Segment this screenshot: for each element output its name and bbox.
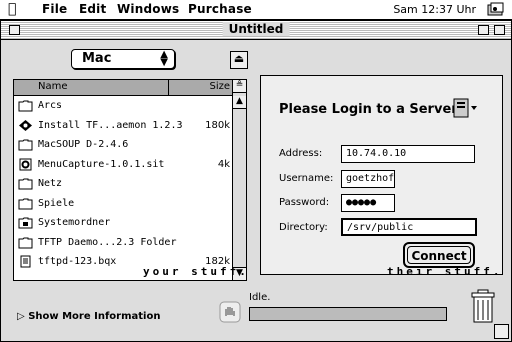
file-row[interactable]: Install TF...aemon 1.2.3 180k [14,116,234,136]
address-field[interactable]: 10.74.0.10 [341,145,475,163]
file-row[interactable]: MenuCapture-1.0.1.sit 4k [14,155,234,175]
local-file-list[interactable]: Name Size Arcs Install TF...aemon 1.2.3 18… [13,79,247,281]
menu-bar:  File Edit Windows Purchase Sam 12:37 U… [0,0,512,20]
connect-button-label: Connect [407,246,471,264]
sort-direction-icon[interactable]: ≜ [233,80,246,93]
password-label: Password: [279,197,330,208]
document-icon [18,255,33,268]
stop-hand-icon[interactable] [219,301,241,323]
status-text: Idle. [249,292,271,303]
column-size[interactable]: Size [209,81,230,92]
system-folder-icon [18,216,33,229]
username-label: Username: [279,173,334,184]
menu-file[interactable]: File [42,2,67,16]
file-list-scrollbar[interactable]: ≜ ▲ ▼ [232,80,246,280]
server-favorites-icon[interactable] [453,98,479,118]
folder-icon [18,177,33,190]
menu-edit[interactable]: Edit [79,2,106,16]
file-row[interactable]: MacSOUP D-2.4.6 [14,135,234,155]
directory-label: Directory: [279,222,328,233]
login-heading: Please Login to a Server [279,102,458,117]
scroll-up-arrow-icon[interactable]: ▲ [233,96,246,109]
file-name: MacSOUP D-2.4.6 [38,139,129,150]
collapse-box-icon[interactable] [494,25,505,35]
folder-icon [18,138,33,151]
folder-icon [18,99,33,112]
file-row[interactable]: Spiele [14,194,234,214]
file-size: 4k [217,158,230,170]
menubar-clock[interactable]: Sam 12:37 Uhr [393,3,476,16]
file-list-header: Name Size [14,80,234,96]
column-divider [168,80,169,96]
show-more-toggle[interactable]: ▷ Show More Information [17,311,160,322]
server-login-panel: Please Login to a Server Address: 10.74.… [260,75,503,275]
transfer-progress-bar [249,307,447,321]
trash-icon[interactable] [471,289,495,323]
file-name: MenuCapture-1.0.1.sit [38,158,165,170]
window-titlebar[interactable]: Untitled [1,21,511,40]
application-menu-icon[interactable] [486,2,506,18]
disclosure-triangle-icon[interactable]: ▷ [17,311,25,322]
close-box-icon[interactable] [9,25,20,35]
main-window: Untitled Mac ▲ ▼ ⏏ Name Size Arcs Install … [0,20,512,342]
directory-field[interactable]: /srv/public [341,218,477,236]
location-popup[interactable]: Mac ▲ ▼ [71,49,175,69]
folder-icon [18,197,33,210]
file-name: Install TF...aemon 1.2.3 [38,119,183,131]
menu-windows[interactable]: Windows [117,2,179,16]
file-row[interactable]: TFTP Daemo...2.3 Folder [14,233,234,253]
file-rows: Arcs Install TF...aemon 1.2.3 180k MacSOUP … [14,96,234,272]
file-row[interactable]: Systemordner [14,213,234,233]
location-popup-value: Mac [82,51,112,66]
file-size: 180k [205,119,230,131]
window-title: Untitled [222,22,290,36]
address-label: Address: [279,148,323,159]
apple-menu-icon[interactable]:  [8,1,16,17]
file-name: Spiele [38,197,75,209]
installer-icon [18,119,33,132]
file-name: Netz [38,178,63,189]
file-name: Arcs [38,100,63,111]
file-name: Systemordner [38,217,111,228]
archive-icon [18,158,33,171]
file-row[interactable]: Arcs [14,96,234,116]
show-more-label: Show More Information [28,311,161,322]
file-row[interactable]: Netz [14,174,234,194]
file-name: TFTP Daemo...2.3 Folder [38,236,177,248]
tagline-right: their stuff. [387,265,503,278]
eject-volume-icon[interactable]: ⏏ [230,51,248,69]
column-name[interactable]: Name [38,81,68,92]
menu-purchase[interactable]: Purchase [188,2,252,16]
password-field[interactable]: ●●●●● [341,194,395,212]
username-field[interactable]: goetzhoffa [341,170,395,188]
zoom-box-icon[interactable] [478,25,489,35]
updown-arrows-icon: ▲ ▼ [160,49,168,68]
folder-icon [18,236,33,249]
resize-grow-box-icon[interactable] [494,324,509,339]
tagline-left: your stuff. [143,265,249,278]
file-name: tftpd-123.bqx [38,256,117,267]
